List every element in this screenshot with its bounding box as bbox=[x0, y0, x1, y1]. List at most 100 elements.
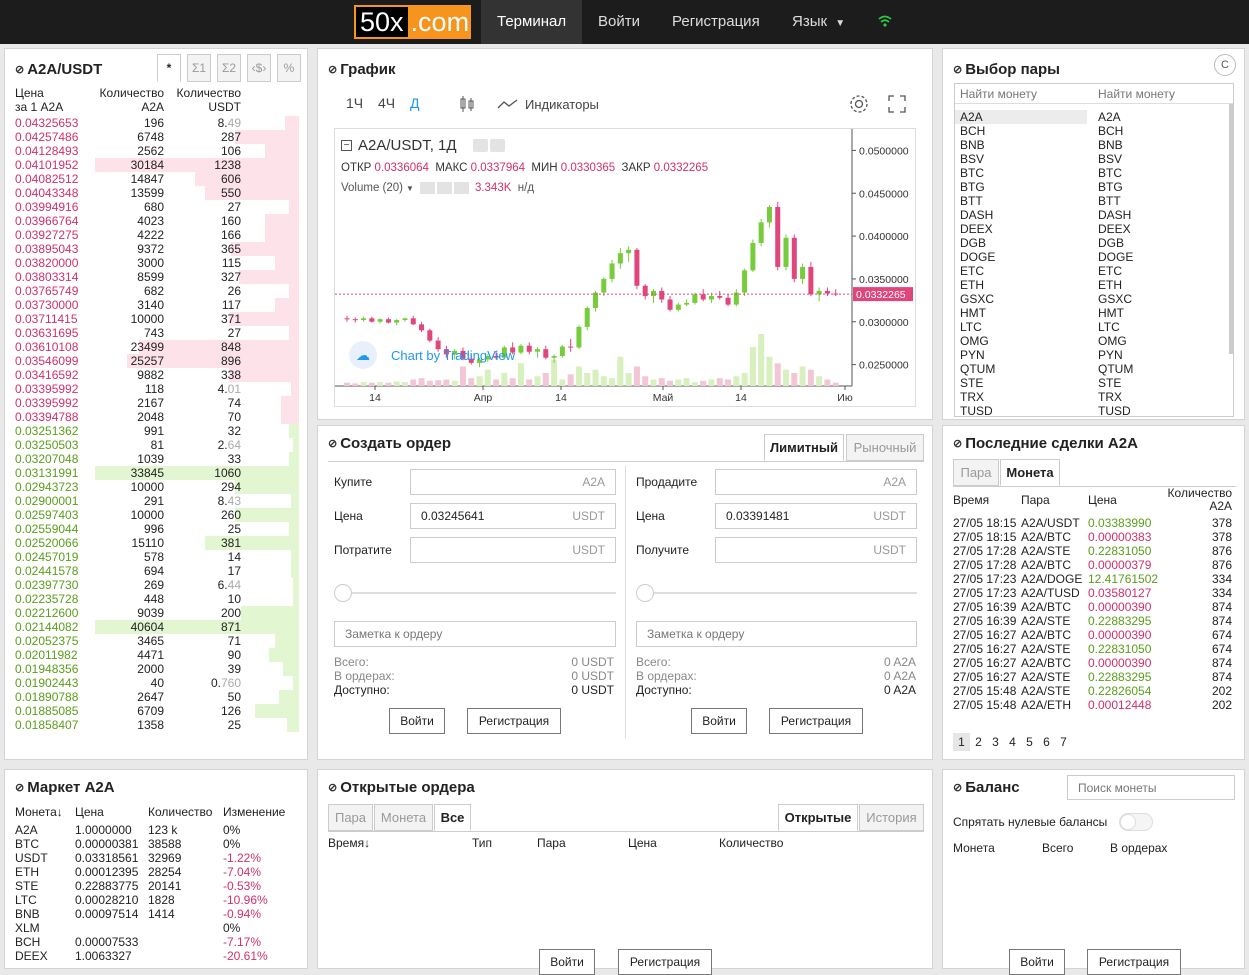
eye-slash-icon[interactable]: ⊘ bbox=[953, 437, 962, 450]
orderbook-tab-0[interactable]: * bbox=[157, 54, 181, 82]
pair-item-left-tusd[interactable]: TUSD bbox=[955, 404, 1087, 416]
ask-row[interactable]: 0.03610108 23499 848 bbox=[5, 340, 307, 354]
pair-item-right-omg[interactable]: OMG bbox=[1093, 334, 1225, 348]
eye-slash-icon[interactable]: ⊘ bbox=[328, 63, 337, 76]
pair-item-right-qtum[interactable]: QTUM bbox=[1093, 362, 1225, 376]
sell-register-button[interactable]: Регистрация bbox=[769, 708, 863, 734]
pair-item-right-bnb[interactable]: BNB bbox=[1093, 138, 1225, 152]
nav-terminal[interactable]: Терминал bbox=[481, 0, 583, 44]
bid-row[interactable]: 0.01858407 1358 25 bbox=[5, 718, 307, 732]
pair-item-left-dgb[interactable]: DGB bbox=[955, 236, 1087, 250]
ask-row[interactable]: 0.03394788 2048 70 bbox=[5, 410, 307, 424]
tab-trades-coin[interactable]: Монета bbox=[1000, 459, 1060, 486]
pair-item-right-gsxc[interactable]: GSXC bbox=[1093, 292, 1225, 306]
refresh-icon[interactable]: C bbox=[1214, 54, 1236, 76]
pair-item-right-trx[interactable]: TRX bbox=[1093, 390, 1225, 404]
close-icon[interactable] bbox=[453, 182, 469, 194]
eye-slash-icon[interactable]: ⊘ bbox=[328, 437, 337, 450]
bid-row[interactable]: 0.02397730 269 6.44 bbox=[5, 578, 307, 592]
nav-language[interactable]: Язык ▼ bbox=[776, 0, 861, 44]
ask-row[interactable]: 0.03966764 4023 160 bbox=[5, 214, 307, 228]
eye-slash-icon[interactable]: ⊘ bbox=[953, 781, 962, 794]
bid-row[interactable]: 0.01948356 2000 39 bbox=[5, 662, 307, 676]
pair-item-right-bsv[interactable]: BSV bbox=[1093, 152, 1225, 166]
pair-item-right-eth[interactable]: ETH bbox=[1093, 278, 1225, 292]
interval-1[interactable]: 4Ч bbox=[378, 95, 395, 111]
market-row[interactable]: BTC 0.00000381 38588 0% bbox=[5, 837, 307, 851]
sell-receive-input[interactable]: USDT bbox=[715, 537, 917, 563]
sell-note-input[interactable]: Заметка к ордеру bbox=[636, 621, 917, 647]
bid-row[interactable]: 0.02520066 15110 381 bbox=[5, 536, 307, 550]
pair-item-left-hmt[interactable]: HMT bbox=[955, 306, 1087, 320]
pair-item-right-ltc[interactable]: LTC bbox=[1093, 320, 1225, 334]
ask-row[interactable]: 0.03820000 3000 115 bbox=[5, 256, 307, 270]
ask-row[interactable]: 0.04325653 196 8.49 bbox=[5, 116, 307, 130]
ask-row[interactable]: 0.03765749 682 26 bbox=[5, 284, 307, 298]
ask-row[interactable]: 0.04257486 6748 287 bbox=[5, 130, 307, 144]
buy-spend-input[interactable]: USDT bbox=[410, 537, 616, 563]
orders-login-button[interactable]: Войти bbox=[539, 949, 595, 975]
ask-row[interactable]: 0.03395992 2167 74 bbox=[5, 396, 307, 410]
pair-item-left-omg[interactable]: OMG bbox=[955, 334, 1087, 348]
orderbook-tab-1[interactable]: Σ1 bbox=[187, 54, 211, 82]
buy-slider-track[interactable] bbox=[344, 592, 616, 594]
bid-row[interactable]: 0.02559044 996 25 bbox=[5, 522, 307, 536]
eye-icon[interactable] bbox=[472, 139, 488, 152]
bid-row[interactable]: 0.02900001 291 8.43 bbox=[5, 494, 307, 508]
interval-2[interactable]: Д bbox=[410, 95, 419, 111]
eye-slash-icon[interactable]: ⊘ bbox=[953, 63, 962, 76]
settings-small-icon[interactable] bbox=[436, 182, 452, 194]
orderbook-tab-2[interactable]: Σ2 bbox=[217, 54, 241, 82]
tab-trades-pair[interactable]: Пара bbox=[953, 459, 999, 486]
pair-item-right-a2a[interactable]: A2A bbox=[1093, 110, 1225, 124]
ask-row[interactable]: 0.03395992 118 4.01 bbox=[5, 382, 307, 396]
sell-slider-handle[interactable] bbox=[636, 584, 654, 602]
sell-price-input[interactable]: 0.03391481 USDT bbox=[715, 503, 917, 529]
pair-item-left-bnb[interactable]: BNB bbox=[955, 138, 1087, 152]
pair-item-right-btt[interactable]: BTT bbox=[1093, 194, 1225, 208]
buy-slider-handle[interactable] bbox=[334, 584, 352, 602]
market-header-coin[interactable]: Монета↓ bbox=[15, 805, 63, 819]
ask-row[interactable]: 0.04128493 2562 106 bbox=[5, 144, 307, 158]
bid-row[interactable]: 0.01902443 40 0.760 bbox=[5, 676, 307, 690]
pair-item-left-qtum[interactable]: QTUM bbox=[955, 362, 1087, 376]
eye-slash-icon[interactable]: ⊘ bbox=[328, 781, 337, 794]
eye-icon[interactable] bbox=[419, 182, 435, 194]
buy-register-button[interactable]: Регистрация bbox=[467, 708, 561, 734]
bid-row[interactable]: 0.02597403 10000 260 bbox=[5, 508, 307, 522]
nav-login[interactable]: Войти bbox=[582, 0, 656, 44]
orderbook-tab-3[interactable]: ‹$› bbox=[247, 54, 271, 82]
ask-row[interactable]: 0.03711415 10000 371 bbox=[5, 312, 307, 326]
eye-slash-icon[interactable]: ⊘ bbox=[15, 63, 24, 76]
tab-orders-coin[interactable]: Монета bbox=[374, 804, 433, 831]
tab-limit[interactable]: Лимитный bbox=[764, 434, 844, 461]
pair-item-left-dash[interactable]: DASH bbox=[955, 208, 1087, 222]
pair-item-right-btc[interactable]: BTC bbox=[1093, 166, 1225, 180]
bid-row[interactable]: 0.02052375 3465 71 bbox=[5, 634, 307, 648]
coin-search-input-1[interactable]: Найти монету bbox=[960, 87, 1037, 101]
page-1[interactable]: 1 bbox=[953, 733, 970, 751]
orders-header-time[interactable]: Время↓ bbox=[328, 836, 370, 850]
pair-item-right-etc[interactable]: ETC bbox=[1093, 264, 1225, 278]
pair-item-right-bch[interactable]: BCH bbox=[1093, 124, 1225, 138]
pair-item-left-eth[interactable]: ETH bbox=[955, 278, 1087, 292]
pair-item-right-tusd[interactable]: TUSD bbox=[1093, 404, 1225, 416]
bid-row[interactable]: 0.02144082 40604 871 bbox=[5, 620, 307, 634]
scrollbar[interactable] bbox=[1229, 104, 1233, 354]
balance-register-button[interactable]: Регистрация bbox=[1087, 949, 1181, 975]
ask-row[interactable]: 0.04043348 13599 550 bbox=[5, 186, 307, 200]
bid-row[interactable]: 0.02011982 4471 90 bbox=[5, 648, 307, 662]
market-row[interactable]: BCH 0.00007533 -7.17% bbox=[5, 935, 307, 949]
pair-item-left-gsxc[interactable]: GSXC bbox=[955, 292, 1087, 306]
pair-item-left-a2a[interactable]: A2A bbox=[955, 110, 1087, 124]
balance-login-button[interactable]: Войти bbox=[1009, 949, 1065, 975]
tab-market[interactable]: Рыночный bbox=[846, 434, 924, 461]
eye-slash-icon[interactable]: ⊘ bbox=[15, 781, 24, 794]
market-row[interactable]: USDT 0.03318561 32969 -1.22% bbox=[5, 851, 307, 865]
tab-orders-pair[interactable]: Пара bbox=[328, 804, 373, 831]
pair-item-left-etc[interactable]: ETC bbox=[955, 264, 1087, 278]
ask-row[interactable]: 0.03546099 25257 896 bbox=[5, 354, 307, 368]
page-3[interactable]: 3 bbox=[987, 733, 1004, 751]
pair-item-left-btg[interactable]: BTG bbox=[955, 180, 1087, 194]
sell-amount-input[interactable]: A2A bbox=[715, 469, 917, 495]
